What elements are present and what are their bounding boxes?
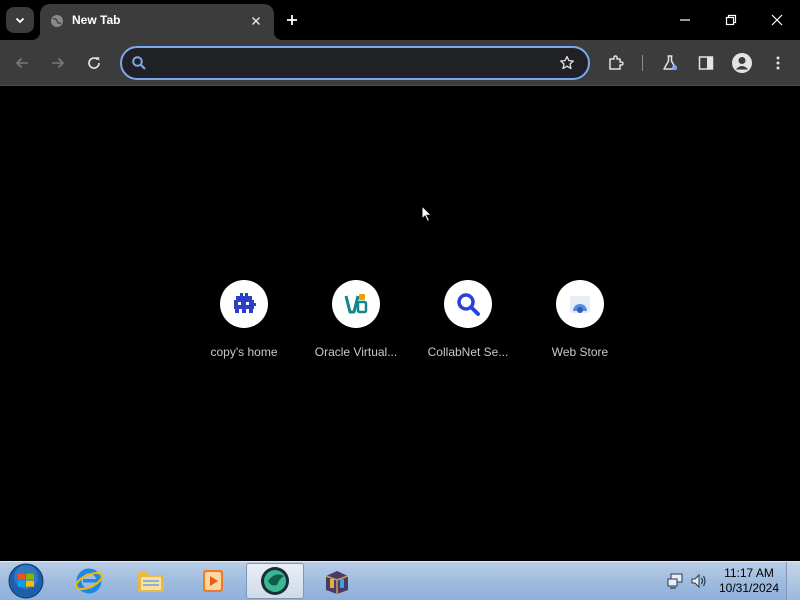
restore-icon: [725, 14, 737, 26]
pixel-monster-icon: [234, 293, 256, 313]
media-player-icon: [203, 570, 223, 592]
shortcut-label: CollabNet Se...: [427, 345, 509, 359]
web-store-icon: [570, 296, 590, 313]
close-icon: [251, 16, 261, 26]
volume-icon: [691, 573, 706, 589]
shortcut-label: copy's home: [210, 345, 278, 359]
taskbar-app-chrome[interactable]: [246, 563, 304, 599]
new-tab-page: copy's home Oracle Virtual... CollabNet …: [0, 87, 800, 561]
bookmark-button[interactable]: [558, 54, 576, 72]
profile-button[interactable]: [729, 50, 755, 76]
shortcut-icon-circle: [220, 280, 268, 328]
shortcut-icon-circle: [556, 280, 604, 328]
shortcut-tile[interactable]: copy's home: [188, 280, 300, 370]
plus-icon: [287, 15, 297, 25]
shortcut-icon-circle: [444, 280, 492, 328]
clock-time: 11:17 AM: [724, 566, 774, 580]
search-icon: [457, 293, 480, 316]
omnibox[interactable]: [120, 46, 590, 80]
labs-flask-icon: [663, 55, 677, 70]
mouse-cursor-icon: [421, 205, 433, 223]
taskbar-clock[interactable]: 11:17 AM 10/31/2024: [716, 566, 782, 596]
shortcut-tile[interactable]: Web Store: [524, 280, 636, 370]
forward-button[interactable]: [45, 50, 71, 76]
toolbar-separator: [642, 55, 643, 71]
taskbar-app-explorer[interactable]: [122, 563, 180, 599]
shortcut-icon-circle: [332, 280, 380, 328]
toolbar: [0, 40, 800, 86]
reload-button[interactable]: [81, 50, 107, 76]
tray-network[interactable]: [666, 572, 684, 590]
taskbar-app-internet-explorer[interactable]: [60, 563, 118, 599]
taskbar-app-archive[interactable]: [308, 563, 366, 599]
arrow-left-icon: [15, 57, 28, 69]
profile-icon: [732, 53, 752, 73]
start-button[interactable]: [6, 563, 46, 599]
labs-button[interactable]: [657, 50, 683, 76]
tray-volume[interactable]: [690, 572, 708, 590]
shortcut-label: Web Store: [551, 345, 609, 359]
tab-new-tab[interactable]: New Tab: [32, 4, 282, 40]
tab-close-button[interactable]: [248, 13, 264, 29]
taskbar: 11:17 AM 10/31/2024: [0, 561, 800, 600]
close-window-button[interactable]: [765, 8, 789, 32]
search-icon: [130, 54, 148, 72]
tab-strip: New Tab: [0, 0, 800, 40]
back-button[interactable]: [9, 50, 35, 76]
clock-date: 10/31/2024: [718, 581, 780, 595]
virtualbox-icon: [344, 294, 368, 314]
chevron-down-icon: [15, 17, 25, 24]
arrow-right-icon: [52, 57, 65, 69]
chrome-icon: [261, 567, 289, 595]
shortcut-label: Oracle Virtual...: [314, 345, 398, 359]
tab-search-button[interactable]: [6, 7, 34, 33]
new-tab-button[interactable]: [281, 9, 303, 31]
address-input[interactable]: [154, 52, 544, 74]
tab-title: New Tab: [72, 13, 121, 27]
shortcut-tile[interactable]: Oracle Virtual...: [300, 280, 412, 370]
windows-start-orb-icon: [8, 563, 44, 599]
shortcut-tiles: copy's home Oracle Virtual... CollabNet …: [188, 280, 636, 370]
extensions-button[interactable]: [603, 50, 629, 76]
menu-button[interactable]: [765, 50, 791, 76]
internet-explorer-icon: [75, 568, 103, 594]
reload-icon: [88, 57, 100, 69]
minimize-button[interactable]: [673, 8, 697, 32]
restore-button[interactable]: [719, 8, 743, 32]
side-panel-icon: [698, 56, 714, 70]
kebab-menu-icon: [776, 56, 780, 70]
side-panel-button[interactable]: [693, 50, 719, 76]
show-desktop-button[interactable]: [786, 562, 800, 600]
network-icon: [667, 573, 683, 589]
minimize-icon: [680, 19, 690, 21]
close-icon: [771, 14, 783, 26]
taskbar-app-media-player[interactable]: [184, 563, 242, 599]
extensions-icon: [609, 55, 624, 70]
star-icon: [560, 55, 574, 70]
windows-explorer-icon: [138, 572, 164, 592]
shortcut-tile[interactable]: CollabNet Se...: [412, 280, 524, 370]
globe-icon: [51, 15, 63, 27]
archive-icon: [325, 571, 349, 594]
